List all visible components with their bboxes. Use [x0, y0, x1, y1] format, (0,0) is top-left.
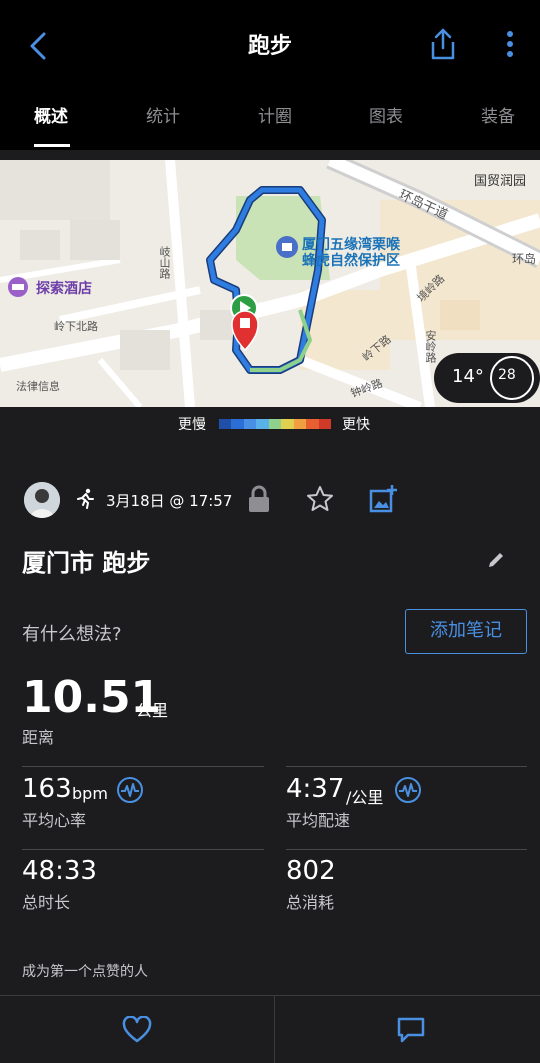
star-icon[interactable] — [305, 484, 335, 514]
more-options-icon[interactable] — [498, 26, 522, 62]
avg-pace-value: 4:37 — [286, 774, 345, 804]
activity-title: 厦门市 跑步 — [22, 549, 151, 577]
share-icon[interactable] — [426, 26, 460, 62]
poi-label-hotel: 探索酒店 — [36, 281, 92, 297]
calories-label: 总消耗 — [286, 893, 335, 912]
legend-segment — [231, 419, 244, 429]
divider — [22, 766, 264, 767]
tab-bar: 概述 统计 计圈 图表 装备 — [0, 96, 540, 136]
pace-gradient-bar — [219, 419, 331, 429]
legal-info-link[interactable]: 法律信息 — [16, 378, 60, 394]
legend-segment — [293, 419, 307, 429]
temperature-value: 14° — [452, 366, 484, 387]
tab-stats[interactable]: 统计 — [146, 102, 180, 127]
lock-icon[interactable] — [246, 484, 272, 514]
divider — [274, 996, 275, 1063]
divider — [286, 766, 527, 767]
bottom-action-bar — [0, 995, 540, 1063]
edit-pencil-icon[interactable] — [486, 550, 506, 570]
activity-meta-row: 3月18日 @ 17:57 — [0, 480, 540, 520]
distance-unit: 公里 — [136, 701, 169, 720]
legend-slower-label: 更慢 — [178, 417, 206, 433]
pace-legend: 更慢 更快 — [0, 412, 540, 434]
duration-label: 总时长 — [22, 893, 71, 912]
like-heart-icon[interactable] — [122, 1016, 152, 1044]
tab-laps[interactable]: 计圈 — [258, 102, 292, 127]
road-label-3: 岐山路 — [158, 246, 171, 279]
tab-gear[interactable]: 装备 — [481, 102, 515, 127]
wind-speed-value: 28 — [498, 367, 516, 383]
calories-value: 802 — [286, 856, 336, 886]
activity-date: 3月18日 @ 17:57 — [106, 492, 233, 510]
legend-segment — [219, 419, 232, 429]
legend-segment — [268, 419, 282, 429]
legend-faster-label: 更快 — [342, 417, 370, 433]
road-label-2: 环岛 — [512, 252, 537, 266]
divider — [286, 849, 527, 850]
thoughts-prompt[interactable]: 有什么想法? — [22, 620, 122, 646]
top-bar: 跑步 概述 统计 计圈 图表 装备 — [0, 0, 540, 150]
user-avatar-icon — [24, 482, 60, 518]
avg-pace-unit: /公里 — [346, 788, 384, 807]
road-label-6: 安岭路 — [424, 330, 437, 363]
distance-label: 距离 — [22, 728, 55, 747]
heart-rate-pulse-icon[interactable] — [116, 776, 144, 804]
avg-pace-label: 平均配速 — [286, 811, 351, 830]
pace-pulse-icon[interactable] — [394, 776, 422, 804]
active-tab-indicator — [34, 144, 70, 147]
legend-segment — [318, 419, 331, 429]
legend-segment — [281, 419, 294, 429]
avatar[interactable] — [24, 482, 60, 518]
tab-overview[interactable]: 概述 — [34, 102, 68, 127]
avg-hr-value: 163 — [22, 774, 72, 804]
avg-hr-label: 平均心率 — [22, 811, 87, 830]
legend-segment — [306, 419, 319, 429]
add-note-button[interactable]: 添加笔记 — [405, 609, 527, 654]
duration-value: 48:33 — [22, 856, 97, 886]
add-photo-icon[interactable] — [368, 484, 398, 514]
kudos-prompt: 成为第一个点赞的人 — [22, 964, 148, 980]
divider — [22, 849, 264, 850]
running-icon — [77, 488, 94, 509]
poi-label-guomao: 国贸润园 — [474, 174, 527, 189]
poi-label-park-line2: 蜂虎自然保护区 — [302, 253, 400, 269]
comment-icon[interactable] — [396, 1016, 426, 1044]
road-label-4: 岭下北路 — [54, 320, 98, 333]
legend-segment — [243, 419, 257, 429]
tab-charts[interactable]: 图表 — [369, 102, 403, 127]
legend-segment — [256, 419, 269, 429]
avg-hr-unit: bpm — [72, 784, 108, 803]
